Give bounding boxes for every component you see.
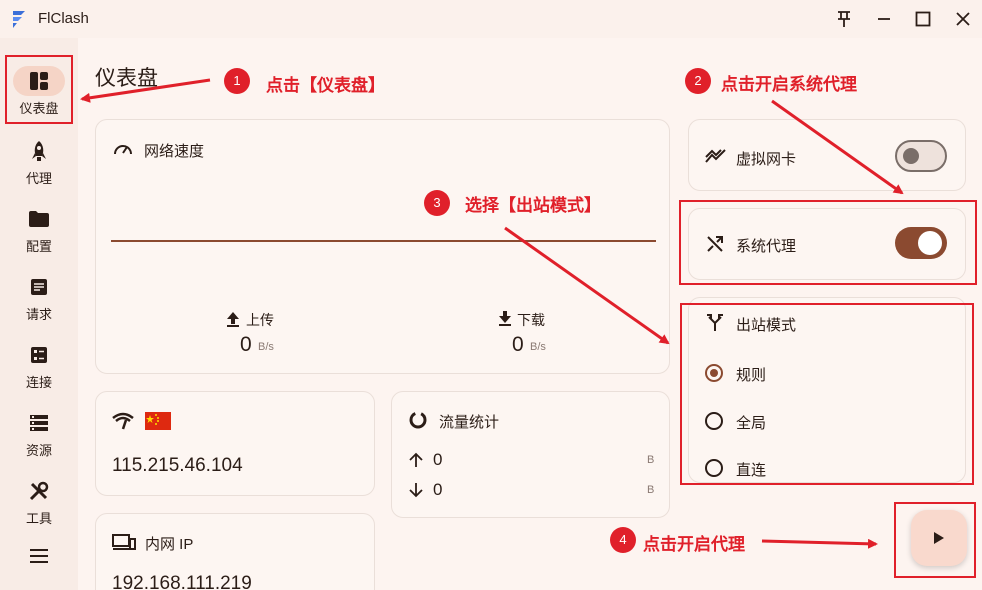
sidebar-item-connections[interactable]: 连接 xyxy=(0,338,78,398)
upload-label: 上传 xyxy=(246,312,274,328)
menu-icon xyxy=(30,549,48,563)
download-unit: B/s xyxy=(530,341,546,353)
annotation-badge: 4 xyxy=(610,527,636,553)
download-value: 0 xyxy=(512,333,524,356)
network-signal-icon xyxy=(112,412,134,430)
traffic-stats-title: 流量统计 xyxy=(439,414,500,431)
trending-icon xyxy=(705,149,726,163)
annotation-text: 点击【仪表盘】 xyxy=(266,76,385,95)
sidebar-item-label: 资源 xyxy=(25,443,52,458)
devices-icon xyxy=(112,534,136,550)
annotation-text: 点击开启系统代理 xyxy=(721,75,857,94)
tun-toggle[interactable] xyxy=(895,140,947,172)
tun-card[interactable]: 虚拟网卡 xyxy=(688,119,966,191)
rocket-icon xyxy=(32,141,46,161)
minimize-button[interactable] xyxy=(871,6,897,32)
public-ip-value: 115.215.46.104 xyxy=(112,455,243,476)
sidebar-item-label: 配置 xyxy=(25,239,52,254)
annotation-text: 选择【出站模式】 xyxy=(465,196,601,215)
annotation-box-dashboard xyxy=(5,55,73,124)
maximize-button[interactable] xyxy=(910,6,936,32)
annotation-text: 点击开启代理 xyxy=(643,535,745,554)
upload-icon xyxy=(227,312,239,327)
download-icon xyxy=(499,311,511,326)
pin-button[interactable] xyxy=(831,6,857,32)
pin-icon xyxy=(838,11,850,27)
sidebar-item-requests[interactable]: 请求 xyxy=(0,270,78,330)
traffic-stats-card: 流量统计 0 B 0 B xyxy=(391,391,670,518)
china-flag-icon xyxy=(145,412,171,430)
traffic-down-value: 0 xyxy=(433,480,443,499)
sidebar-footer xyxy=(0,530,78,590)
annotation-badge: 3 xyxy=(424,190,450,216)
intranet-ip-title: 内网 IP xyxy=(145,536,194,553)
annotation-box-start xyxy=(894,502,976,578)
network-speed-card: 网络速度 上传 0 B/s 下载 0 B/s xyxy=(95,119,670,374)
connections-icon xyxy=(31,347,47,363)
donut-chart-icon xyxy=(409,411,427,429)
intranet-ip-value: 192.168.111.219 xyxy=(112,573,252,590)
traffic-up-value: 0 xyxy=(433,450,443,469)
sidebar-item-config[interactable]: 配置 xyxy=(0,202,78,262)
tools-icon xyxy=(29,481,49,501)
maximize-icon xyxy=(915,11,931,27)
intranet-ip-card: 内网 IP 192.168.111.219 xyxy=(95,513,375,590)
app-logo-icon xyxy=(13,11,25,28)
sidebar-item-label: 请求 xyxy=(25,307,52,322)
close-button[interactable] xyxy=(950,6,976,32)
annotation-box-system-proxy xyxy=(679,200,977,285)
storage-icon xyxy=(30,415,48,431)
page-title: 仪表盘 xyxy=(95,67,158,90)
annotation-badge: 2 xyxy=(685,68,711,94)
title-bar: FlClash xyxy=(0,0,982,38)
annotation-badge: 1 xyxy=(224,68,250,94)
sidebar-item-resources[interactable]: 资源 xyxy=(0,406,78,466)
folder-icon xyxy=(29,211,49,227)
sidebar-item-label: 连接 xyxy=(25,375,52,390)
speed-graph-line xyxy=(111,240,656,242)
arrow-up-icon xyxy=(409,452,423,467)
upload-value: 0 xyxy=(240,333,252,356)
sidebar-item-label: 代理 xyxy=(25,171,52,186)
public-ip-card: 115.215.46.104 xyxy=(95,391,375,496)
sidebar-item-label: 工具 xyxy=(25,511,52,526)
network-speed-title: 网络速度 xyxy=(144,143,205,160)
minimize-icon xyxy=(878,18,890,20)
traffic-up-unit: B xyxy=(647,454,655,466)
traffic-down-unit: B xyxy=(647,484,655,496)
upload-unit: B/s xyxy=(258,341,274,353)
download-label: 下载 xyxy=(517,312,545,328)
request-icon xyxy=(31,279,47,295)
close-icon xyxy=(956,12,970,26)
menu-button[interactable] xyxy=(29,548,49,569)
sidebar-item-proxy[interactable]: 代理 xyxy=(0,134,78,194)
annotation-box-outbound-mode xyxy=(680,303,974,485)
app-title: FlClash xyxy=(38,10,89,27)
tun-label: 虚拟网卡 xyxy=(736,151,797,168)
arrow-down-icon xyxy=(409,483,423,498)
sidebar-item-tools[interactable]: 工具 xyxy=(0,474,78,534)
speedometer-icon xyxy=(114,145,132,155)
